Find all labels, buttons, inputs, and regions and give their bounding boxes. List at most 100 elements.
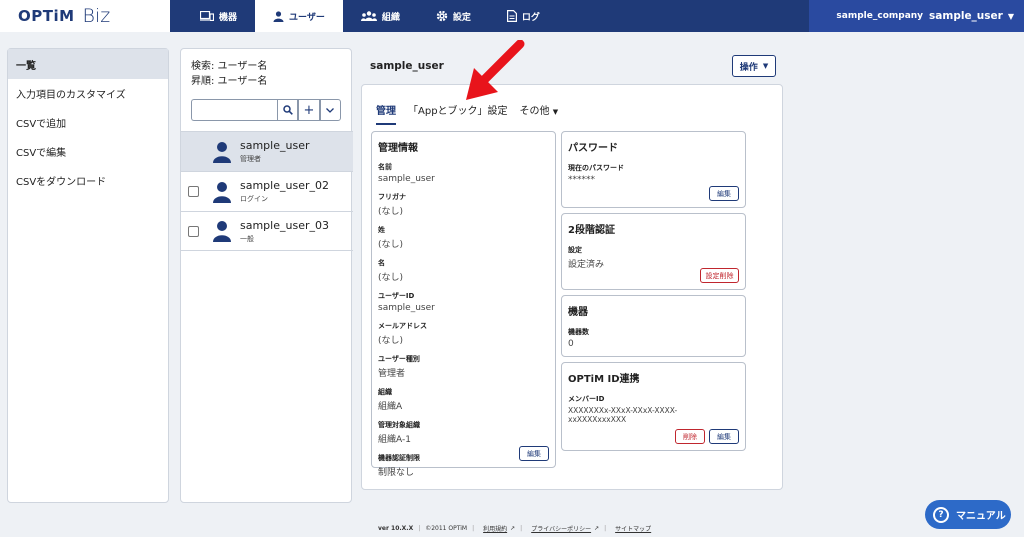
nav-logs[interactable]: ログ [489,0,558,32]
field-value: 組織A [378,402,403,412]
user-icon [273,10,284,22]
operation-button-label: 操作 [739,62,758,73]
chevron-down-icon: ▼ [1007,11,1014,21]
search-icon [282,105,293,115]
sidebar-item-list[interactable]: 一覧 [8,49,168,79]
field-value: 管理者 [378,369,406,379]
field-value: 組織A-1 [378,435,411,445]
user-detail-panel: 管理 「Appとブック」設定 その他 ▼ 管理情報 名前 sample_user… [361,84,783,490]
sidebar-item-customize[interactable]: 入力項目のカスタマイズ [8,79,168,108]
nav-logs-label: ログ [521,12,540,23]
copyright-text: ©2011 OPTiM [425,525,468,532]
privacy-link[interactable]: プライバシーポリシー [531,524,591,533]
delete-optim-id-button[interactable]: 削除 [675,429,705,444]
organization-icon [360,11,377,21]
field-label: 設定 [568,246,582,254]
field-label: 名前 [378,163,392,171]
field-value: ****** [568,175,595,185]
annotation-arrow [466,40,525,100]
field-label: ユーザーID [378,292,415,300]
devices-card: 機器 機器数 0 [561,295,746,357]
management-info-card: 管理情報 名前 sample_user フリガナ (なし) 姓 (なし) 名 (… [371,131,556,478]
optim-id-card: OPTiM ID連携 メンバーID XXXXXXXx-XXxX-XXxX-XXX… [561,362,746,451]
manual-button[interactable]: ? マニュアル [925,500,1011,529]
sidebar-item-csv-add[interactable]: CSVで追加 [8,108,168,137]
logo-brand: OPTiM [18,7,75,25]
list-item-role: 管理者 [240,155,261,163]
footer: ver 10.X.X | ©2011 OPTiM | 利用規約 ↗ | プライバ… [378,524,652,533]
chevron-down-icon: ▼ [552,108,559,116]
row-checkbox[interactable] [188,186,199,197]
external-link-icon: ↗ [510,525,516,532]
filter-dropdown-button[interactable] [319,99,341,121]
search-bar: + [191,99,341,121]
management-info-title: 管理情報 [378,143,418,154]
external-link-icon: ↗ [594,525,600,532]
row-checkbox[interactable] [188,225,199,237]
edit-password-button[interactable]: 編集 [709,186,739,201]
nav-users-label: ユーザー [289,12,325,23]
nav-settings-label: 設定 [452,12,471,23]
manual-button-label: マニュアル [956,511,1006,522]
tab-other-label: その他 [519,106,550,117]
logo-product: Biz [82,5,111,27]
password-card: パスワード 現在のパスワード ****** 編集 [561,131,746,208]
password-title: パスワード [568,143,618,154]
optim-id-title: OPTiM ID連携 [568,374,640,385]
nav-users[interactable]: ユーザー [255,0,343,32]
member-id-value-cont: xxXXXXxxxXXX [568,415,627,424]
avatar [213,141,231,163]
search-info: 検索: ユーザー名 昇順: ユーザー名 [181,49,351,89]
add-user-button[interactable]: + [298,99,320,121]
search-condition: 検索: ユーザー名 [191,61,268,72]
field-label: ユーザー種別 [378,355,420,363]
sidebar-item-csv-edit[interactable]: CSVで編集 [8,137,168,166]
search-button[interactable] [277,99,299,121]
devices-title: 機器 [568,307,588,318]
operation-button[interactable]: 操作 ▼ [732,55,776,77]
field-label: 管理対象組織 [378,421,420,429]
logo[interactable]: OPTiM Biz [0,0,170,32]
field-label: フリガナ [378,193,406,201]
edit-management-button[interactable]: 編集 [519,446,549,461]
list-item[interactable]: sample_user_02 ログイン [181,171,353,211]
chevron-down-icon [326,107,335,113]
list-item[interactable]: sample_user_03 一般 [181,211,353,251]
field-value: sample_user [378,303,435,313]
device-icon [200,11,214,21]
sidebar-item-csv-download[interactable]: CSVをダウンロード [8,166,168,195]
field-label: 名 [378,259,385,267]
version-text: ver 10.X.X [378,525,414,532]
edit-optim-id-button[interactable]: 編集 [709,429,739,444]
terms-link[interactable]: 利用規約 [483,524,507,533]
list-item[interactable]: sample_user 管理者 [181,131,353,171]
user-list-panel: 検索: ユーザー名 昇順: ユーザー名 + sample_user 管理者 sa… [180,48,353,503]
field-label: メールアドレス [378,322,427,330]
member-id-value: XXXXXXXx-XXxX-XXxX-XXXX- [568,406,678,415]
chevron-down-icon: ▼ [762,62,769,70]
field-value: (なし) [378,207,404,217]
nav-devices-label: 機器 [219,12,238,23]
main-nav: 機器 ユーザー 組織 設定 ログ [182,0,558,32]
list-item-role: 一般 [240,234,254,243]
delete-two-factor-button[interactable]: 設定削除 [700,268,739,283]
nav-organization[interactable]: 組織 [343,0,418,32]
nav-devices[interactable]: 機器 [182,0,255,32]
field-value: 制限なし [378,468,415,478]
field-label: 姓 [378,226,385,234]
plus-icon: + [303,102,315,118]
list-item-role: ログイン [240,195,268,203]
account-menu[interactable]: sample_company sample_user ▼ [809,0,1024,32]
sidebar: 一覧 入力項目のカスタマイズ CSVで追加 CSVで編集 CSVをダウンロード [7,48,169,503]
sitemap-link[interactable]: サイトマップ [615,524,651,533]
field-label: メンバーID [568,395,605,403]
tab-management[interactable]: 管理 [376,102,396,125]
list-item-name: sample_user_03 [240,218,329,232]
list-item-name: sample_user_02 [240,179,329,192]
two-factor-card: 2段階認証 設定 設定済み 設定削除 [561,213,746,290]
field-label: 現在のパスワード [568,164,624,172]
search-input[interactable] [191,99,277,121]
help-icon: ? [933,506,949,523]
nav-organization-label: 組織 [381,12,400,23]
nav-settings[interactable]: 設定 [418,0,489,32]
